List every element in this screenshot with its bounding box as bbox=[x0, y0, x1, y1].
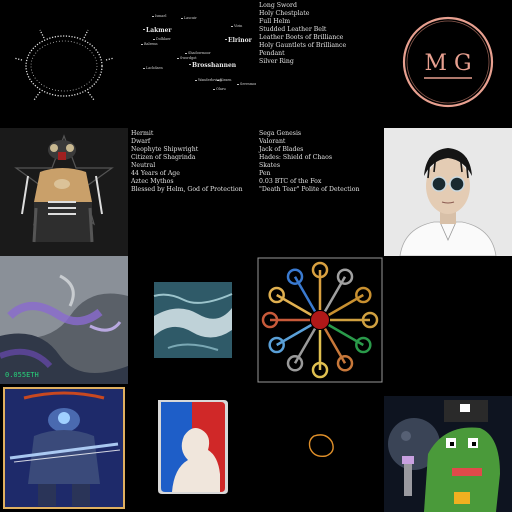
map-place-label: Olaru bbox=[216, 87, 226, 91]
league-logo-art bbox=[158, 400, 228, 494]
pixel-character-art bbox=[384, 396, 512, 512]
map-place-label: Kiraen bbox=[220, 78, 232, 82]
map-place-label: Balrenn bbox=[144, 42, 158, 46]
rune-circle-art bbox=[13, 29, 115, 101]
tile-league-logo[interactable] bbox=[128, 384, 256, 512]
item-list-entry: Pendant bbox=[259, 50, 285, 57]
nft-gallery-grid: Ismael Lascuir Lakmer Balrenn Dolhlaer Virin E… bbox=[0, 0, 512, 512]
map-place-label: Swordgot bbox=[180, 56, 197, 60]
map-place-dot bbox=[217, 79, 219, 81]
item-list-entry: Full Helm bbox=[259, 18, 291, 25]
character-trait-entry: Neophyte Shipwright bbox=[131, 146, 199, 153]
tile-blank[interactable] bbox=[384, 256, 512, 384]
character-trait-list: Hermit Dwarf Neophyte Shipwright Citizen of… bbox=[131, 130, 243, 194]
tile-fantasy-map[interactable]: Ismael Lascuir Lakmer Balrenn Dolhlaer Virin E… bbox=[128, 0, 256, 128]
item-list: Long Sword Holy Chestplate Full Helm Studde… bbox=[259, 2, 346, 66]
ocean-wave-art bbox=[153, 282, 233, 358]
tile-armored-knight[interactable] bbox=[0, 384, 128, 512]
map-place-label: Brosshannen bbox=[192, 62, 237, 69]
tile-anime-portrait[interactable] bbox=[384, 128, 512, 256]
tile-rune-circle[interactable] bbox=[0, 0, 128, 128]
item-list-entry: Holy Chestplate bbox=[259, 10, 310, 17]
map-place-dot bbox=[189, 63, 191, 65]
character-trait-entry: Hermit bbox=[131, 130, 154, 137]
map-place-label: Seresmon bbox=[240, 82, 256, 86]
character-trait-entry: Neutral bbox=[131, 162, 156, 169]
map-place-dot bbox=[213, 88, 215, 90]
map-place-dot bbox=[143, 28, 145, 30]
map-place-dot bbox=[231, 25, 233, 27]
loot-list-entry: Skates bbox=[259, 162, 281, 169]
map-place-label: Ismael bbox=[155, 14, 167, 18]
tile-skeleton-gasmask[interactable] bbox=[0, 128, 128, 256]
map-place-dot bbox=[141, 43, 143, 45]
item-list-entry: Studded Leather Belt bbox=[259, 26, 327, 33]
map-place-dot bbox=[153, 38, 155, 40]
map-place-dot bbox=[185, 52, 187, 54]
map-place-dot bbox=[143, 67, 145, 69]
orange-ring-art bbox=[308, 434, 334, 458]
map-place-dot bbox=[181, 17, 183, 19]
tile-marble-abstract[interactable] bbox=[0, 256, 128, 384]
tile-item-list[interactable]: Long Sword Holy Chestplate Full Helm Studde… bbox=[256, 0, 384, 128]
price-label: 0.055ETH bbox=[5, 371, 39, 379]
character-trait-entry: Dwarf bbox=[131, 138, 151, 145]
item-list-entry: Silver Ring bbox=[259, 58, 294, 65]
map-place-label: Lascuir bbox=[184, 16, 197, 20]
anime-portrait-art bbox=[384, 128, 512, 256]
map-place-dot bbox=[195, 79, 197, 81]
map-place-label: Elrinor bbox=[228, 37, 252, 44]
loot-list-entry: Pen bbox=[259, 170, 271, 177]
map-place-dot bbox=[152, 15, 154, 17]
map-place-dot bbox=[225, 38, 227, 40]
marble-abstract-art bbox=[0, 256, 128, 384]
loot-list-entry: Valorant bbox=[259, 138, 286, 145]
loot-list-entry: Jack of Blades bbox=[259, 146, 304, 153]
logo-letters: M G bbox=[424, 51, 471, 76]
skeleton-art bbox=[0, 128, 128, 256]
map-place-label: Lachdaen bbox=[146, 66, 163, 70]
tile-pixel-character[interactable] bbox=[384, 384, 512, 512]
tile-ocean-wave[interactable] bbox=[128, 256, 256, 384]
map-place-dot bbox=[237, 83, 239, 85]
character-trait-entry: Citizen of Shagrinda bbox=[131, 154, 196, 161]
tile-orange-ring[interactable] bbox=[256, 384, 384, 512]
item-list-entry: Leather Boots of Brilliance bbox=[259, 34, 344, 41]
map-place-dot bbox=[177, 57, 179, 59]
tile-character-traits[interactable]: Hermit Dwarf Neophyte Shipwright Citizen of… bbox=[128, 128, 256, 256]
loot-list-entry: "Death Tear" Polite of Detection bbox=[259, 186, 360, 193]
map-place-label: Lakmer bbox=[146, 27, 172, 34]
loot-list-entry: Hades: Shield of Chaos bbox=[259, 154, 332, 161]
map-place-label: Dolhlaer bbox=[156, 37, 171, 41]
loot-list: Sega Genesis Valorant Jack of Blades Hades:… bbox=[259, 130, 359, 194]
tile-keys-wheel[interactable] bbox=[256, 256, 384, 384]
character-trait-entry: Aztec Mythos bbox=[131, 178, 174, 185]
map-place-label: Virin bbox=[234, 24, 243, 28]
character-trait-entry: Blessed by Helm, God of Protection bbox=[131, 186, 243, 193]
loot-list-entry: 0.03 BTC of the Fox bbox=[259, 178, 322, 185]
item-list-entry: Holy Gauntlets of Brilliance bbox=[259, 42, 347, 49]
item-list-entry: Long Sword bbox=[259, 2, 297, 9]
tile-mg-logo[interactable]: M G bbox=[384, 0, 512, 128]
mg-ring-logo: M G bbox=[402, 16, 494, 108]
character-trait-entry: 44 Years of Age bbox=[131, 170, 180, 177]
loot-list-entry: Sega Genesis bbox=[259, 130, 302, 137]
keys-wheel-art bbox=[257, 257, 383, 383]
armored-knight-art bbox=[3, 387, 125, 509]
tile-loot-list[interactable]: Sega Genesis Valorant Jack of Blades Hades:… bbox=[256, 128, 384, 256]
map-place-label: Shadowmoor bbox=[188, 51, 211, 55]
